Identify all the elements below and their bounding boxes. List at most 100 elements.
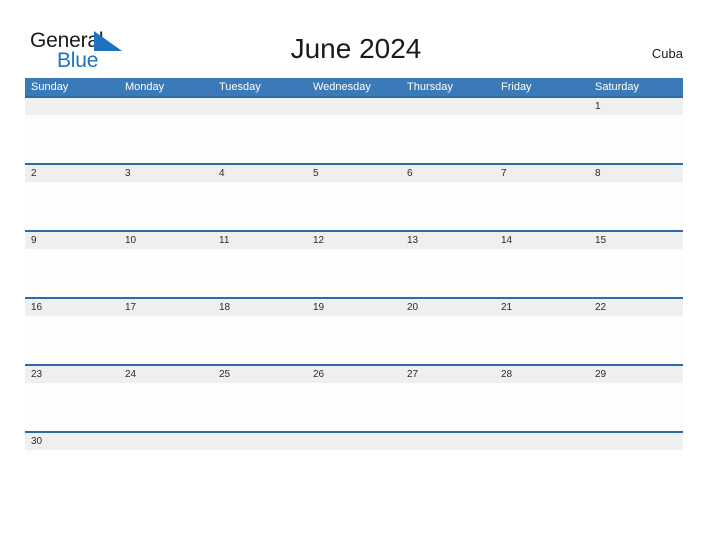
day-note-slot[interactable] [495, 383, 589, 431]
day-note-slot[interactable] [307, 450, 401, 498]
day-cell[interactable] [25, 98, 119, 115]
day-note-slot[interactable] [213, 182, 307, 230]
day-cell[interactable]: 18 [213, 299, 307, 316]
day-cell[interactable]: 7 [495, 165, 589, 182]
day-cell[interactable]: 20 [401, 299, 495, 316]
week-note-area [25, 383, 683, 431]
day-note-slot[interactable] [307, 383, 401, 431]
day-cell[interactable]: 26 [307, 366, 401, 383]
day-note-slot[interactable] [119, 383, 213, 431]
day-cell[interactable]: 25 [213, 366, 307, 383]
day-cell[interactable]: 21 [495, 299, 589, 316]
day-note-slot[interactable] [119, 249, 213, 297]
day-cell[interactable]: 22 [589, 299, 683, 316]
day-note-slot[interactable] [307, 249, 401, 297]
week-row: 30 [25, 431, 683, 454]
day-note-slot[interactable] [589, 115, 683, 163]
day-cell[interactable]: 14 [495, 232, 589, 249]
day-note-slot[interactable] [119, 316, 213, 364]
week-note-area [25, 249, 683, 297]
week-date-band: 23 24 25 26 27 28 29 [25, 366, 683, 383]
day-note-slot[interactable] [213, 115, 307, 163]
day-note-slot[interactable] [495, 115, 589, 163]
week-date-band: 1 [25, 98, 683, 115]
day-note-slot[interactable] [495, 249, 589, 297]
day-cell[interactable]: 27 [401, 366, 495, 383]
day-cell[interactable] [213, 433, 307, 450]
day-cell[interactable] [119, 98, 213, 115]
day-note-slot[interactable] [213, 316, 307, 364]
day-note-slot[interactable] [495, 182, 589, 230]
day-cell[interactable]: 12 [307, 232, 401, 249]
day-cell[interactable]: 19 [307, 299, 401, 316]
day-note-slot[interactable] [589, 249, 683, 297]
day-cell[interactable] [589, 433, 683, 450]
day-note-slot[interactable] [589, 450, 683, 498]
day-note-slot[interactable] [495, 316, 589, 364]
day-note-slot[interactable] [119, 115, 213, 163]
day-note-slot[interactable] [589, 182, 683, 230]
day-note-slot[interactable] [307, 182, 401, 230]
day-cell[interactable]: 10 [119, 232, 213, 249]
day-cell[interactable]: 11 [213, 232, 307, 249]
day-cell[interactable] [495, 98, 589, 115]
day-cell[interactable] [401, 433, 495, 450]
day-note-slot[interactable] [213, 450, 307, 498]
weekday-friday: Friday [501, 81, 532, 93]
day-note-slot[interactable] [589, 316, 683, 364]
day-note-slot[interactable] [25, 115, 119, 163]
day-note-slot[interactable] [495, 450, 589, 498]
day-cell[interactable]: 15 [589, 232, 683, 249]
country-label: Cuba [651, 46, 683, 61]
day-cell[interactable]: 16 [25, 299, 119, 316]
week-row: 1 [25, 96, 683, 163]
day-note-slot[interactable] [307, 115, 401, 163]
day-cell[interactable]: 24 [119, 366, 213, 383]
day-cell[interactable]: 28 [495, 366, 589, 383]
day-note-slot[interactable] [25, 450, 119, 498]
week-row: 2 3 4 5 6 7 8 [25, 163, 683, 230]
day-note-slot[interactable] [307, 316, 401, 364]
day-note-slot[interactable] [589, 383, 683, 431]
day-note-slot[interactable] [401, 450, 495, 498]
day-note-slot[interactable] [401, 316, 495, 364]
day-cell[interactable] [213, 98, 307, 115]
day-cell[interactable]: 4 [213, 165, 307, 182]
day-cell[interactable] [495, 433, 589, 450]
day-cell[interactable]: 9 [25, 232, 119, 249]
day-cell[interactable]: 13 [401, 232, 495, 249]
day-note-slot[interactable] [119, 182, 213, 230]
day-cell[interactable]: 3 [119, 165, 213, 182]
day-note-slot[interactable] [25, 249, 119, 297]
day-note-slot[interactable] [401, 249, 495, 297]
day-note-slot[interactable] [213, 383, 307, 431]
week-note-area [25, 450, 683, 498]
day-note-slot[interactable] [401, 182, 495, 230]
weekday-tuesday: Tuesday [219, 81, 261, 93]
day-cell[interactable]: 30 [25, 433, 119, 450]
week-date-band: 16 17 18 19 20 21 22 [25, 299, 683, 316]
day-cell[interactable]: 8 [589, 165, 683, 182]
day-note-slot[interactable] [401, 383, 495, 431]
calendar-grid: Sunday Monday Tuesday Wednesday Thursday… [25, 78, 683, 454]
day-cell[interactable]: 1 [589, 98, 683, 115]
day-cell[interactable]: 29 [589, 366, 683, 383]
day-note-slot[interactable] [25, 182, 119, 230]
day-note-slot[interactable] [25, 316, 119, 364]
day-cell[interactable] [307, 98, 401, 115]
day-note-slot[interactable] [401, 115, 495, 163]
week-note-area [25, 182, 683, 230]
day-cell[interactable]: 5 [307, 165, 401, 182]
day-cell[interactable] [119, 433, 213, 450]
day-cell[interactable]: 23 [25, 366, 119, 383]
day-cell[interactable]: 17 [119, 299, 213, 316]
day-cell[interactable] [401, 98, 495, 115]
day-cell[interactable]: 2 [25, 165, 119, 182]
day-note-slot[interactable] [119, 450, 213, 498]
day-cell[interactable]: 6 [401, 165, 495, 182]
day-note-slot[interactable] [25, 383, 119, 431]
day-note-slot[interactable] [213, 249, 307, 297]
week-date-band: 9 10 11 12 13 14 15 [25, 232, 683, 249]
day-cell[interactable] [307, 433, 401, 450]
page-header: General Blue June 2024 Cuba [0, 0, 712, 78]
